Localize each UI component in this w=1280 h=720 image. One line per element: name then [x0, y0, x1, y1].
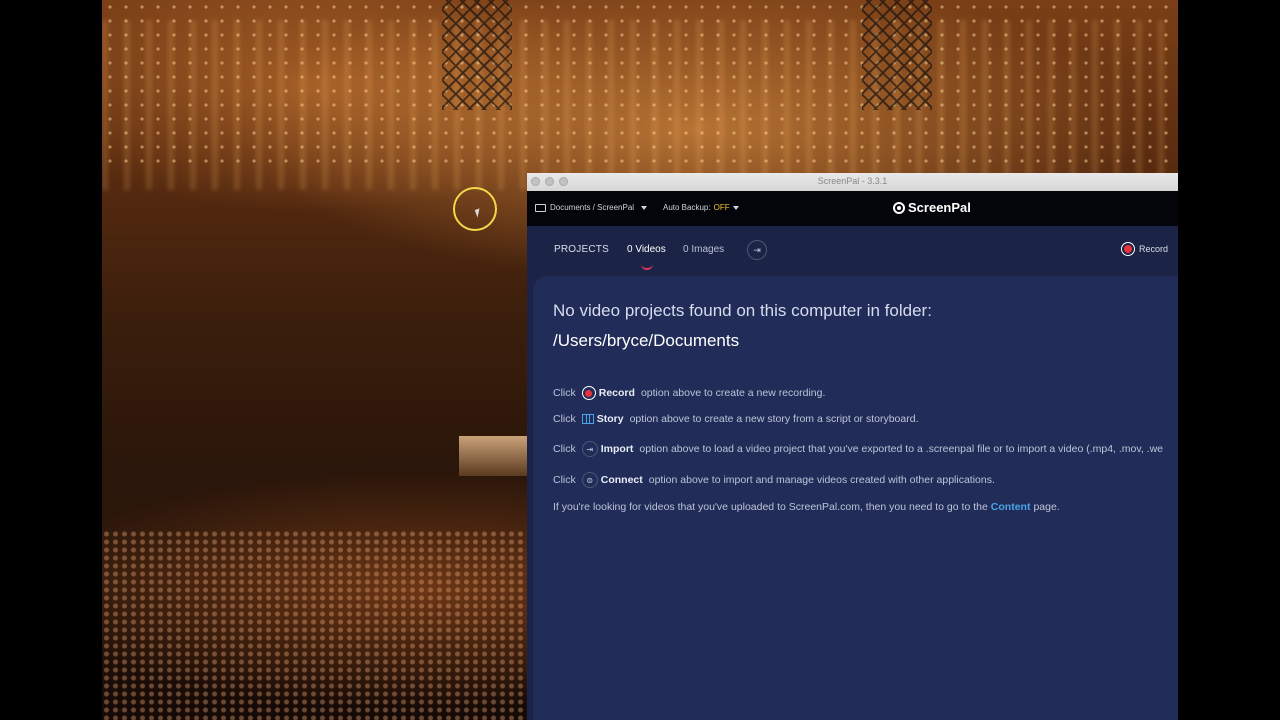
hint-prefix: Click [553, 474, 576, 486]
screenpal-logo: ScreenPal [893, 200, 971, 215]
screenpal-logo-icon [893, 201, 905, 214]
stage-lights [102, 0, 1178, 170]
folder-selector[interactable]: Documents / ScreenPal [535, 203, 648, 212]
tab-videos[interactable]: 0 Videos [627, 244, 666, 255]
folder-path: Documents / ScreenPal [550, 203, 635, 212]
hint-text: option above to import and manage videos… [648, 474, 995, 486]
record-icon [581, 386, 596, 400]
folder-icon [535, 203, 546, 212]
import-button[interactable]: ⇥ [747, 240, 767, 260]
stage-platform [459, 436, 529, 476]
tab-projects[interactable]: PROJECTS [554, 244, 609, 255]
logo-text: ScreenPal [908, 200, 971, 215]
hint-label: Import [600, 443, 634, 455]
hint-record: Click Record option above to create a ne… [553, 386, 825, 400]
record-button[interactable]: Record [1120, 242, 1168, 256]
hint-story: Click Story option above to create a new… [553, 413, 918, 425]
chevron-down-icon [641, 205, 648, 210]
hint-connect: Click ⊜ Connect option above to import a… [553, 472, 995, 488]
auto-backup-label: Auto Backup: [663, 203, 711, 212]
hint-text: option above to load a video project tha… [639, 443, 1164, 455]
window-title: ScreenPal - 3.3.1 [817, 176, 888, 186]
hint-label: Connect [600, 474, 643, 486]
screenpal-window: ScreenPal - 3.3.1 Documents / ScreenPal … [527, 173, 1178, 720]
footer-text-end: page. [1033, 501, 1060, 513]
lighting-truss [442, 0, 512, 110]
hint-prefix: Click [553, 443, 576, 455]
hint-label: Story [596, 413, 624, 425]
tab-images[interactable]: 0 Images [683, 244, 724, 255]
lighting-truss [862, 0, 932, 110]
import-icon: ⇥ [581, 441, 598, 457]
hint-prefix: Click [553, 387, 576, 399]
connect-icon: ⊜ [581, 472, 598, 488]
hint-text: option above to create a new story from … [629, 413, 919, 425]
hint-import: Click ⇥ Import option above to load a vi… [553, 441, 1163, 457]
top-toolbar: Documents / ScreenPal Auto Backup: OFF S… [527, 191, 1178, 226]
empty-state-panel: No video projects found on this computer… [533, 276, 1178, 720]
empty-state-heading: No video projects found on this computer… [553, 301, 932, 320]
footer-hint: If you're looking for videos that you've… [553, 501, 1060, 513]
content-page-link[interactable]: Content [991, 501, 1031, 513]
title-bar[interactable]: ScreenPal - 3.3.1 [527, 173, 1178, 191]
record-icon [1120, 242, 1135, 256]
folder-path-display: /Users/bryce/Documents [553, 331, 740, 350]
record-button-label: Record [1138, 244, 1168, 254]
auto-backup-status: OFF [713, 203, 730, 212]
chevron-down-icon [732, 205, 739, 210]
import-icon: ⇥ [753, 244, 761, 255]
story-icon [581, 414, 594, 424]
footer-text: If you're looking for videos that you've… [553, 501, 988, 513]
active-tab-indicator [641, 262, 653, 270]
concert-crowd [102, 530, 527, 720]
auto-backup-selector[interactable]: Auto Backup: OFF [663, 203, 739, 212]
hint-label: Record [598, 387, 635, 399]
hint-text: option above to create a new recording. [640, 387, 826, 399]
tabs-bar: PROJECTS 0 Videos 0 Images ⇥ Record [527, 226, 1178, 274]
hint-prefix: Click [553, 413, 576, 425]
